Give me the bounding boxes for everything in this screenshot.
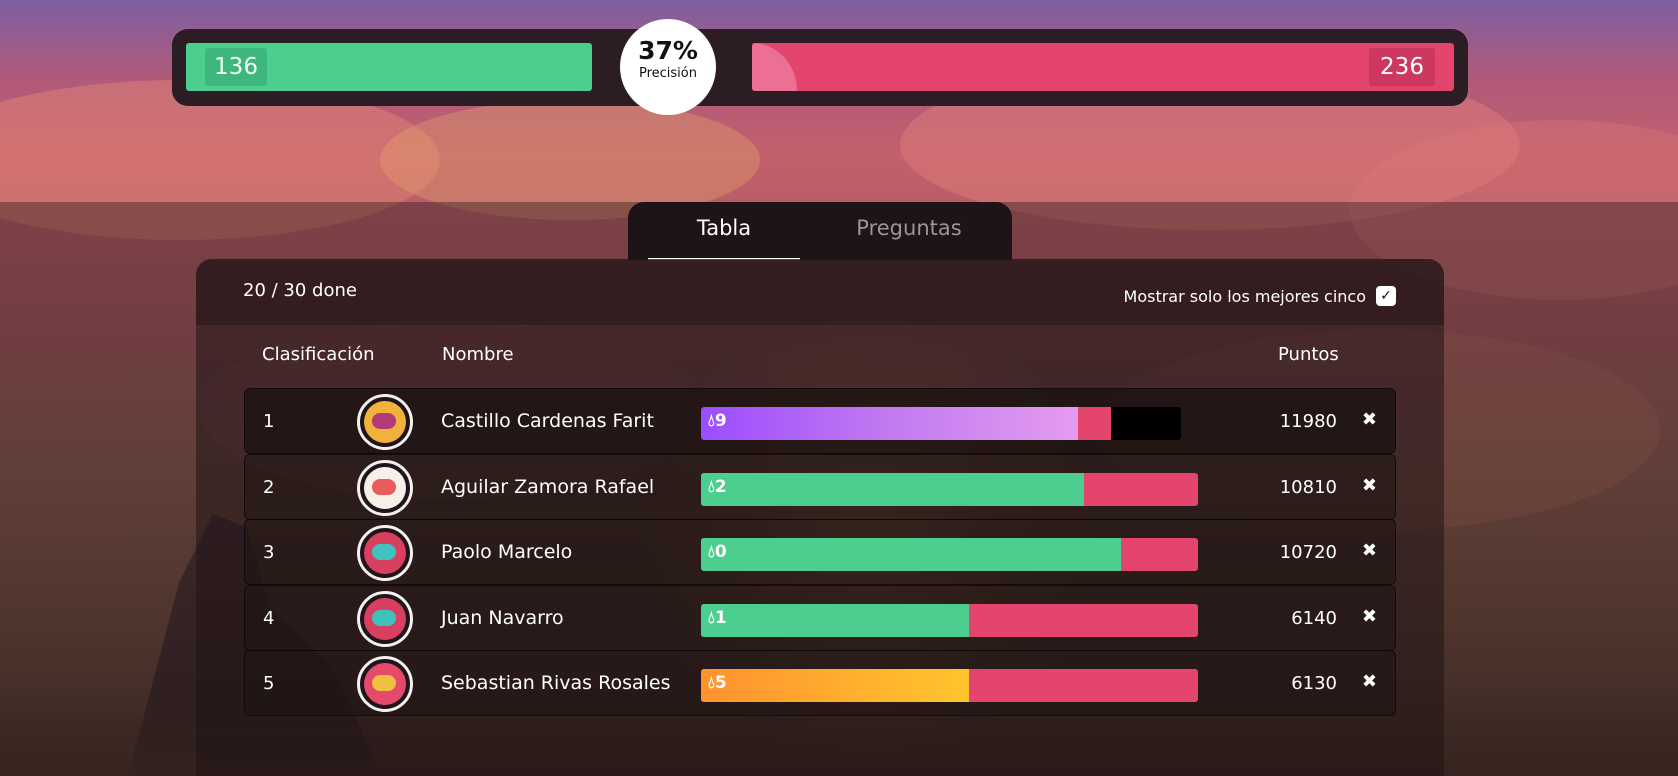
correct-fill xyxy=(701,604,970,637)
answer-ratio-bar: 💧︎5 xyxy=(701,669,1198,702)
correct-fill xyxy=(701,473,1084,506)
streak-counter: 💧︎5 xyxy=(708,673,727,693)
streak-value: 9 xyxy=(714,411,727,431)
leaderboard-row: 5 Sebastian Rivas Rosales 💧︎5 6130 ✖ xyxy=(244,650,1396,716)
close-icon[interactable]: ✖ xyxy=(1362,540,1377,561)
flame-icon: 💧︎ xyxy=(708,542,715,562)
streak-value: 1 xyxy=(714,608,727,628)
leaderboard-row: 1 Castillo Cardenas Farit 💧︎9 11980 ✖ xyxy=(244,388,1396,454)
column-header-rank: Clasificación xyxy=(262,344,375,365)
player-name: Juan Navarro xyxy=(441,607,564,629)
top-five-label: Mostrar solo los mejores cinco xyxy=(1123,286,1366,306)
avatar-pink-robot-icon xyxy=(357,656,413,712)
close-icon[interactable]: ✖ xyxy=(1362,671,1377,692)
answer-ratio-bar: 💧︎0 xyxy=(701,538,1198,571)
player-points: 11980 xyxy=(1279,411,1337,432)
accuracy-bar: 136 236 37% Precisión xyxy=(172,19,1468,115)
close-icon[interactable]: ✖ xyxy=(1362,409,1377,430)
top-five-toggle[interactable]: Mostrar solo los mejores cinco ✓ xyxy=(1124,286,1396,306)
answer-ratio-bar: 💧︎2 xyxy=(701,473,1198,506)
flame-icon: 💧︎ xyxy=(708,673,715,693)
streak-counter: 💧︎2 xyxy=(708,477,727,497)
player-points: 6130 xyxy=(1291,673,1337,694)
check-icon[interactable]: ✓ xyxy=(1376,286,1396,306)
player-points: 10810 xyxy=(1279,477,1337,498)
player-name: Sebastian Rivas Rosales xyxy=(441,672,671,694)
flame-icon: 💧︎ xyxy=(708,608,715,628)
player-points: 6140 xyxy=(1291,608,1337,629)
player-points: 10720 xyxy=(1279,542,1337,563)
streak-counter: 💧︎9 xyxy=(708,411,727,431)
incorrect-answers-bar: 236 xyxy=(752,43,1454,91)
column-header-points: Puntos xyxy=(1278,344,1339,365)
incorrect-count: 236 xyxy=(1369,48,1435,86)
accuracy-label: Precisión xyxy=(638,66,697,81)
answer-ratio-bar: 💧︎1 xyxy=(701,604,1198,637)
avatar-cyan-bird-icon xyxy=(357,460,413,516)
accuracy-badge: 37% Precisión xyxy=(620,19,716,115)
answer-ratio-bar: 💧︎9 xyxy=(701,407,1181,440)
player-name: Aguilar Zamora Rafael xyxy=(441,476,655,498)
avatar-red-cap-icon xyxy=(357,525,413,581)
progress-text: 20 / 30 done xyxy=(243,280,357,301)
avatar-yellow-mask-icon xyxy=(357,394,413,450)
streak-counter: 💧︎1 xyxy=(708,608,727,628)
leaderboard-row: 3 Paolo Marcelo 💧︎0 10720 ✖ xyxy=(244,519,1396,585)
flame-icon: 💧︎ xyxy=(708,477,715,497)
streak-value: 2 xyxy=(714,477,727,497)
row-rank: 2 xyxy=(263,477,275,498)
incorrect-bar-highlight xyxy=(752,43,797,91)
row-rank: 3 xyxy=(263,542,275,563)
row-rank: 5 xyxy=(263,673,275,694)
close-icon[interactable]: ✖ xyxy=(1362,606,1377,627)
accuracy-percent: 37% xyxy=(638,36,698,65)
leaderboard-header: 20 / 30 done Mostrar solo los mejores ci… xyxy=(196,259,1444,325)
tab-tabla[interactable]: Tabla xyxy=(648,216,800,260)
close-icon[interactable]: ✖ xyxy=(1362,475,1377,496)
row-rank: 4 xyxy=(263,608,275,629)
tab-preguntas[interactable]: Preguntas xyxy=(838,216,980,240)
correct-fill xyxy=(701,538,1121,571)
avatar-red-cap-icon xyxy=(357,591,413,647)
row-rank: 1 xyxy=(263,411,275,432)
leaderboard-panel: 20 / 30 done Mostrar solo los mejores ci… xyxy=(196,259,1444,776)
flame-icon: 💧︎ xyxy=(708,411,715,431)
incorrect-fill xyxy=(1077,407,1112,440)
correct-answers-bar: 136 xyxy=(186,43,592,91)
streak-value: 0 xyxy=(714,542,727,562)
streak-value: 5 xyxy=(714,673,727,693)
view-tabs: Tabla Preguntas xyxy=(628,202,1012,260)
leaderboard-row: 4 Juan Navarro 💧︎1 6140 ✖ xyxy=(244,585,1396,651)
player-name: Castillo Cardenas Farit xyxy=(441,410,654,432)
player-name: Paolo Marcelo xyxy=(441,541,573,563)
leaderboard-row: 2 Aguilar Zamora Rafael 💧︎2 10810 ✖ xyxy=(244,454,1396,520)
column-header-name: Nombre xyxy=(442,344,514,365)
correct-fill xyxy=(701,407,1078,440)
streak-counter: 💧︎0 xyxy=(708,542,727,562)
correct-fill xyxy=(701,669,970,702)
correct-count: 136 xyxy=(205,48,267,86)
